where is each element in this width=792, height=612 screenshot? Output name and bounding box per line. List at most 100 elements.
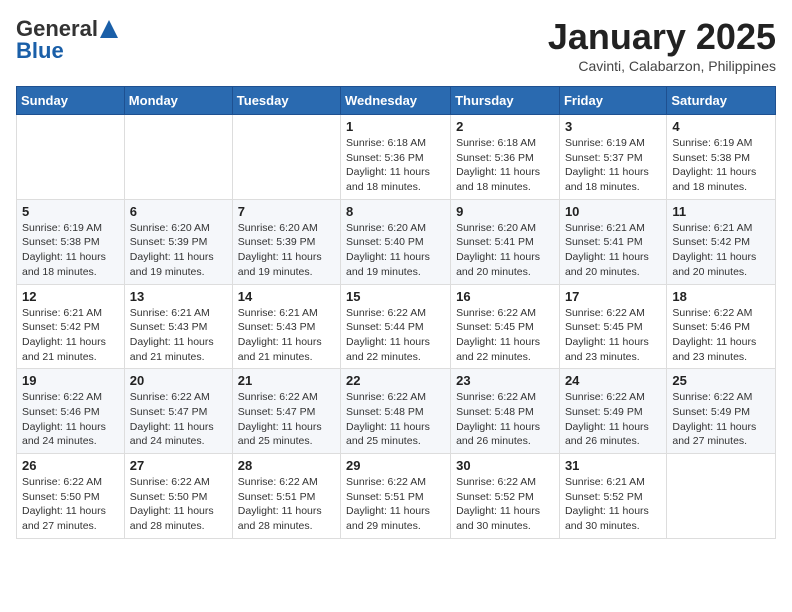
calendar-cell: 23 Sunrise: 6:22 AMSunset: 5:48 PMDayligh… [451, 369, 560, 454]
day-number: 27 [130, 458, 227, 473]
day-info: Sunrise: 6:21 AMSunset: 5:43 PMDaylight:… [238, 306, 335, 365]
calendar-cell: 14 Sunrise: 6:21 AMSunset: 5:43 PMDayligh… [232, 284, 340, 369]
day-number: 12 [22, 289, 119, 304]
day-number: 6 [130, 204, 227, 219]
day-number: 2 [456, 119, 554, 134]
day-info: Sunrise: 6:22 AMSunset: 5:47 PMDaylight:… [238, 390, 335, 449]
day-info: Sunrise: 6:22 AMSunset: 5:48 PMDaylight:… [456, 390, 554, 449]
day-number: 20 [130, 373, 227, 388]
day-info: Sunrise: 6:22 AMSunset: 5:49 PMDaylight:… [565, 390, 661, 449]
weekday-header-friday: Friday [559, 87, 666, 115]
weekday-header-thursday: Thursday [451, 87, 560, 115]
calendar-week-row: 1 Sunrise: 6:18 AMSunset: 5:36 PMDaylight… [17, 115, 776, 200]
day-number: 28 [238, 458, 335, 473]
day-info: Sunrise: 6:20 AMSunset: 5:41 PMDaylight:… [456, 221, 554, 280]
day-info: Sunrise: 6:22 AMSunset: 5:46 PMDaylight:… [672, 306, 770, 365]
day-info: Sunrise: 6:20 AMSunset: 5:39 PMDaylight:… [130, 221, 227, 280]
weekday-header-wednesday: Wednesday [341, 87, 451, 115]
day-info: Sunrise: 6:21 AMSunset: 5:52 PMDaylight:… [565, 475, 661, 534]
calendar-cell: 16 Sunrise: 6:22 AMSunset: 5:45 PMDayligh… [451, 284, 560, 369]
weekday-header-tuesday: Tuesday [232, 87, 340, 115]
title-block: January 2025 Cavinti, Calabarzon, Philip… [548, 16, 776, 74]
day-info: Sunrise: 6:22 AMSunset: 5:46 PMDaylight:… [22, 390, 119, 449]
calendar-cell: 27 Sunrise: 6:22 AMSunset: 5:50 PMDayligh… [124, 454, 232, 539]
logo-triangle-icon [100, 20, 118, 38]
calendar-cell: 5 Sunrise: 6:19 AMSunset: 5:38 PMDaylight… [17, 199, 125, 284]
calendar-cell: 3 Sunrise: 6:19 AMSunset: 5:37 PMDaylight… [559, 115, 666, 200]
day-number: 17 [565, 289, 661, 304]
calendar-cell: 17 Sunrise: 6:22 AMSunset: 5:45 PMDayligh… [559, 284, 666, 369]
day-info: Sunrise: 6:20 AMSunset: 5:39 PMDaylight:… [238, 221, 335, 280]
day-number: 30 [456, 458, 554, 473]
calendar-cell [667, 454, 776, 539]
logo-blue-text: Blue [16, 38, 64, 64]
day-number: 1 [346, 119, 445, 134]
calendar-cell: 10Sunrise: 6:21 AMSunset: 5:41 PMDayligh… [559, 199, 666, 284]
calendar-cell: 25 Sunrise: 6:22 AMSunset: 5:49 PMDayligh… [667, 369, 776, 454]
weekday-header-saturday: Saturday [667, 87, 776, 115]
calendar-cell: 29Sunrise: 6:22 AMSunset: 5:51 PMDayligh… [341, 454, 451, 539]
day-info: Sunrise: 6:20 AMSunset: 5:40 PMDaylight:… [346, 221, 445, 280]
day-number: 23 [456, 373, 554, 388]
day-number: 15 [346, 289, 445, 304]
day-number: 22 [346, 373, 445, 388]
calendar-cell: 31 Sunrise: 6:21 AMSunset: 5:52 PMDayligh… [559, 454, 666, 539]
day-info: Sunrise: 6:19 AMSunset: 5:37 PMDaylight:… [565, 136, 661, 195]
calendar-cell: 8 Sunrise: 6:20 AMSunset: 5:40 PMDaylight… [341, 199, 451, 284]
calendar-cell: 18 Sunrise: 6:22 AMSunset: 5:46 PMDayligh… [667, 284, 776, 369]
day-info: Sunrise: 6:21 AMSunset: 5:42 PMDaylight:… [672, 221, 770, 280]
calendar-cell: 7 Sunrise: 6:20 AMSunset: 5:39 PMDaylight… [232, 199, 340, 284]
day-number: 19 [22, 373, 119, 388]
calendar-week-row: 19 Sunrise: 6:22 AMSunset: 5:46 PMDayligh… [17, 369, 776, 454]
day-info: Sunrise: 6:22 AMSunset: 5:45 PMDaylight:… [456, 306, 554, 365]
day-number: 26 [22, 458, 119, 473]
calendar-cell: 13Sunrise: 6:21 AMSunset: 5:43 PMDayligh… [124, 284, 232, 369]
day-number: 31 [565, 458, 661, 473]
day-info: Sunrise: 6:22 AMSunset: 5:48 PMDaylight:… [346, 390, 445, 449]
calendar-week-row: 12Sunrise: 6:21 AMSunset: 5:42 PMDayligh… [17, 284, 776, 369]
calendar-week-row: 5 Sunrise: 6:19 AMSunset: 5:38 PMDaylight… [17, 199, 776, 284]
weekday-header-sunday: Sunday [17, 87, 125, 115]
day-info: Sunrise: 6:18 AMSunset: 5:36 PMDaylight:… [346, 136, 445, 195]
day-number: 8 [346, 204, 445, 219]
calendar-cell: 2 Sunrise: 6:18 AMSunset: 5:36 PMDaylight… [451, 115, 560, 200]
page-header: General Blue January 2025 Cavinti, Calab… [16, 16, 776, 74]
day-number: 7 [238, 204, 335, 219]
calendar-cell: 11 Sunrise: 6:21 AMSunset: 5:42 PMDayligh… [667, 199, 776, 284]
calendar-cell: 21 Sunrise: 6:22 AMSunset: 5:47 PMDayligh… [232, 369, 340, 454]
day-info: Sunrise: 6:22 AMSunset: 5:51 PMDaylight:… [346, 475, 445, 534]
day-info: Sunrise: 6:22 AMSunset: 5:44 PMDaylight:… [346, 306, 445, 365]
calendar-cell: 28Sunrise: 6:22 AMSunset: 5:51 PMDayligh… [232, 454, 340, 539]
calendar-body: 1 Sunrise: 6:18 AMSunset: 5:36 PMDaylight… [17, 115, 776, 539]
calendar-header-row: SundayMondayTuesdayWednesdayThursdayFrid… [17, 87, 776, 115]
day-info: Sunrise: 6:22 AMSunset: 5:49 PMDaylight:… [672, 390, 770, 449]
logo: General Blue [16, 16, 118, 64]
calendar-table: SundayMondayTuesdayWednesdayThursdayFrid… [16, 86, 776, 539]
day-number: 5 [22, 204, 119, 219]
day-number: 18 [672, 289, 770, 304]
day-number: 3 [565, 119, 661, 134]
calendar-cell: 12Sunrise: 6:21 AMSunset: 5:42 PMDayligh… [17, 284, 125, 369]
day-info: Sunrise: 6:19 AMSunset: 5:38 PMDaylight:… [22, 221, 119, 280]
day-number: 16 [456, 289, 554, 304]
day-number: 10 [565, 204, 661, 219]
day-number: 25 [672, 373, 770, 388]
day-number: 14 [238, 289, 335, 304]
calendar-cell [232, 115, 340, 200]
day-info: Sunrise: 6:18 AMSunset: 5:36 PMDaylight:… [456, 136, 554, 195]
day-info: Sunrise: 6:22 AMSunset: 5:45 PMDaylight:… [565, 306, 661, 365]
day-number: 4 [672, 119, 770, 134]
calendar-cell: 26Sunrise: 6:22 AMSunset: 5:50 PMDayligh… [17, 454, 125, 539]
day-info: Sunrise: 6:22 AMSunset: 5:47 PMDaylight:… [130, 390, 227, 449]
day-info: Sunrise: 6:22 AMSunset: 5:52 PMDaylight:… [456, 475, 554, 534]
day-number: 21 [238, 373, 335, 388]
calendar-cell [124, 115, 232, 200]
day-number: 13 [130, 289, 227, 304]
calendar-cell: 22 Sunrise: 6:22 AMSunset: 5:48 PMDayligh… [341, 369, 451, 454]
calendar-cell: 6 Sunrise: 6:20 AMSunset: 5:39 PMDaylight… [124, 199, 232, 284]
day-number: 11 [672, 204, 770, 219]
month-title: January 2025 [548, 16, 776, 58]
calendar-cell: 9Sunrise: 6:20 AMSunset: 5:41 PMDaylight… [451, 199, 560, 284]
calendar-cell: 15 Sunrise: 6:22 AMSunset: 5:44 PMDayligh… [341, 284, 451, 369]
day-info: Sunrise: 6:22 AMSunset: 5:50 PMDaylight:… [130, 475, 227, 534]
